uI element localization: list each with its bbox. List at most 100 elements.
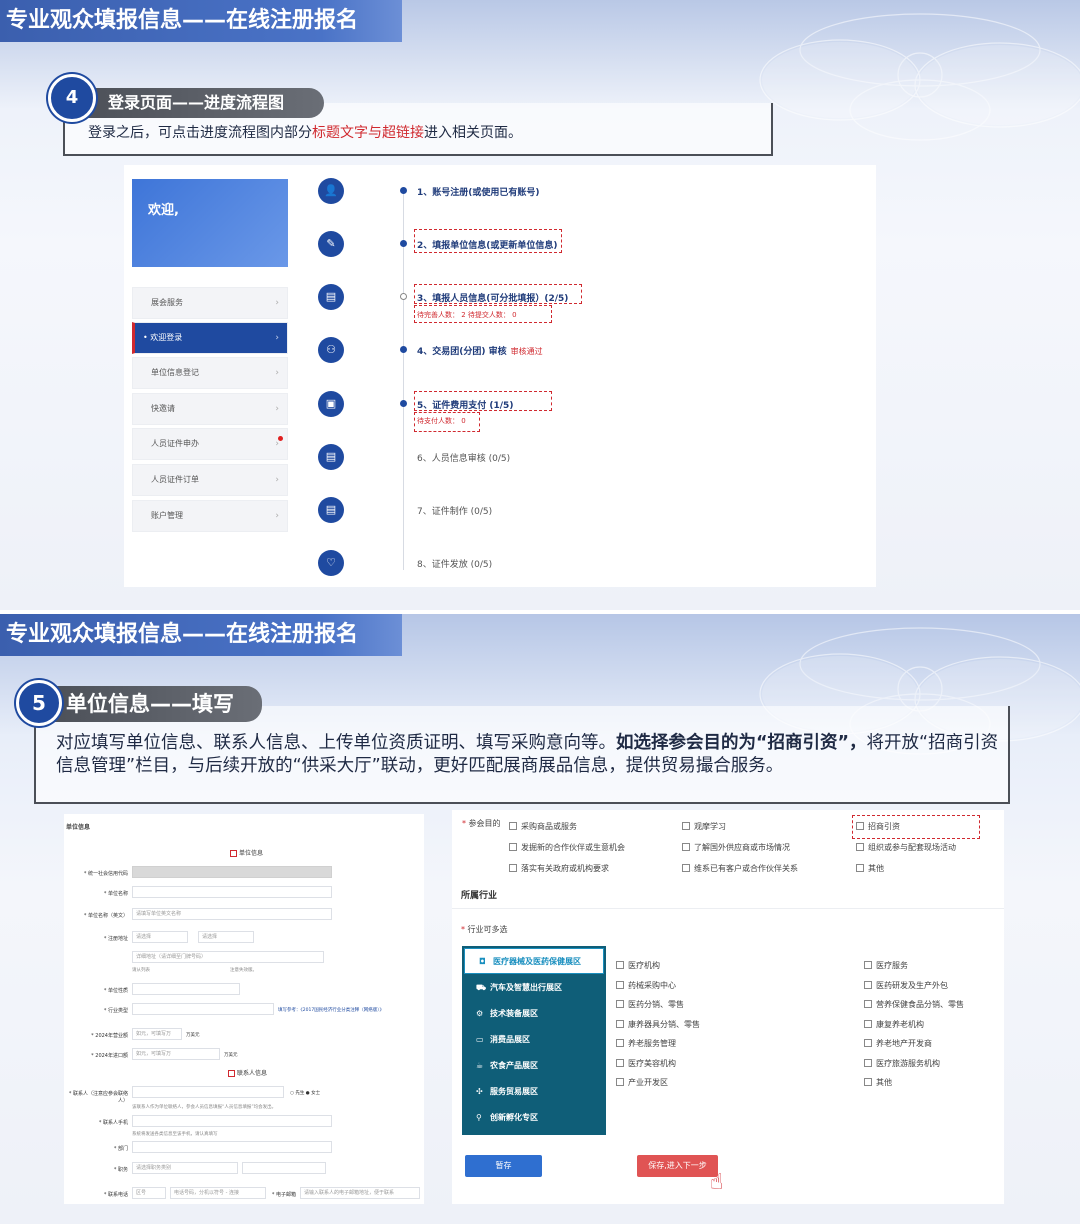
purpose-checkbox[interactable]: 其他 [856,863,884,874]
category-tab-medical[interactable]: ◘ 医疗器械及医药保健展区 [464,948,604,974]
industry-type-select[interactable] [132,1003,274,1015]
sidebar-item-unit-register[interactable]: 单位信息登记 › [132,357,288,389]
purpose-checkbox[interactable]: 观摩学习 [682,821,726,832]
purpose-checkbox-investment[interactable]: 招商引资 [856,821,900,832]
flow-step-1-link[interactable]: 1、账号注册(或使用已有账号) [417,185,540,198]
industry-option[interactable]: 产业开发区 [616,1077,668,1088]
industry-option[interactable]: 其他 [864,1077,892,1088]
flow-step-3-link[interactable]: 3、填报人员信息(可分批填报）(2/5) [417,291,568,304]
flow-step-5-link[interactable]: 5、证件费用支付 (1/5) [417,398,513,411]
desc-prefix: 登录之后，可点击进度流程图内部分 [88,125,312,141]
tel-label: * 联系电话 [103,1192,128,1198]
province-select[interactable]: 请选择 [132,931,188,943]
purpose-checkbox[interactable]: 采购商品或服务 [509,821,577,832]
dept-input[interactable] [132,1141,332,1153]
unit-type-select[interactable] [132,983,240,995]
sidebar-item-badge-orders[interactable]: 人员证件订单 › [132,464,288,496]
category-label: 医疗器械及医药保健展区 [493,957,581,966]
sidebar-item-quick-invite[interactable]: 快邀请 › [132,393,288,425]
industry-reference-link[interactable]: 填写参考：《2017国民经济行业分类注释（网络版）》 [278,1007,384,1013]
flow-dot [400,240,407,247]
sidebar-item-account[interactable]: 账户管理 › [132,500,288,532]
flow-step-8-label: 8、证件发放 (0/5) [417,560,493,570]
unit-name-label: * 单位名称 [103,891,128,897]
industry-option[interactable]: 医疗美容机构 [616,1058,676,1069]
email-label: * 电子邮箱 [271,1192,296,1198]
sidebar-item-welcome[interactable]: • 欢迎登录 › [132,322,288,354]
unit-name-input[interactable] [132,886,332,898]
purpose-checkbox[interactable]: 了解国外供应商或市场情况 [682,842,790,853]
tel-area-input[interactable]: 区号 [132,1187,166,1199]
flow-dot [400,400,407,407]
gender-radio-group[interactable]: ○ 先生 ● 女士 [290,1090,320,1096]
gender-female: 女士 [311,1091,321,1096]
position-label: * 职务 [113,1167,128,1173]
flow-step-4-link[interactable]: 4、交易团(分团) 审核 审核通过 [417,344,543,357]
category-tab-service[interactable]: ✣ 服务贸易展区 [462,1079,606,1105]
save-draft-button[interactable]: 暂存 [465,1155,542,1177]
purpose-checkbox[interactable]: 维系已有客户或合作伙伴关系 [682,863,798,874]
category-label: 技术装备展区 [490,1009,538,1018]
desc-highlight: 标题文字与超链接 [312,125,424,141]
category-label: 汽车及智慧出行展区 [490,983,562,992]
industry-option[interactable]: 医疗旅游服务机构 [864,1058,940,1069]
sidebar-item-badge-apply[interactable]: 人员证件申办 › [132,428,288,460]
industry-option[interactable]: 营养保健食品分销、零售 [864,999,964,1010]
category-tab-equipment[interactable]: ⚙ 技术装备展区 [462,1001,606,1027]
position-detail-select[interactable] [242,1162,326,1174]
unit-name-en-input[interactable]: 请填写单位英文名称 [132,908,332,920]
location-pin-icon: ⚲ [476,1113,482,1122]
category-label: 服务贸易展区 [490,1087,538,1096]
production-icon: ▤ [318,497,344,523]
heart-icon: ♡ [318,550,344,576]
industry-option[interactable]: 医疗服务 [864,960,908,971]
city-select[interactable]: 请选择 [198,931,254,943]
phone-input[interactable] [132,1115,332,1127]
sidebar-item-label: 人员证件订单 [151,475,199,484]
desc-bold: 如选择参会目的为“招商引资”， [616,733,867,753]
contact-name-input[interactable] [132,1086,284,1098]
industry-option[interactable]: 养老地产开发商 [864,1038,932,1049]
category-tab-food[interactable]: ☕ 农食产品展区 [462,1053,606,1079]
industry-option[interactable]: 药械采购中心 [616,980,676,991]
progress-screenshot: 欢迎, 展会服务 › • 欢迎登录 › 单位信息登记 › 快邀请 › 人员证件申办 › 人… [124,165,876,587]
industry-sub-label: * 行业可多选 [461,925,508,934]
purpose-checkbox[interactable]: 落实有关政府或机构要求 [509,863,609,874]
detail-addr-input[interactable]: 详细地址（请详细至门牌号码） [132,951,324,963]
industry-option[interactable]: 医疗机构 [616,960,660,971]
phone-label: * 联系人手机 [98,1120,128,1126]
purpose-checkbox[interactable]: 组织或参与配套现场活动 [856,842,956,853]
credit-code-input[interactable] [132,866,332,878]
sidebar-item-label: 账户管理 [151,511,183,520]
purpose-industry-form: * 参会目的 采购商品或服务 观摩学习 招商引资 发掘新的合作伙伴或生意机会 了… [452,810,1004,1204]
industry-sub-text: 行业可多选 [467,925,508,934]
email-input[interactable]: 请输入联系人的电子邮箱地址，便于联系 [300,1187,420,1199]
industry-option[interactable]: 养老服务管理 [616,1038,676,1049]
flow-step-6-label: 6、人员信息审核 (0/5) [417,454,511,464]
step-number-badge: 4 [48,74,96,122]
industry-option[interactable]: 康复养老机构 [864,1019,924,1030]
dept-label: * 部门 [113,1146,128,1152]
category-tab-innovation[interactable]: ⚲ 创新孵化专区 [462,1105,606,1131]
flow-dot [400,293,407,300]
industry-option[interactable]: 医药分销、零售 [616,999,684,1010]
save-next-button[interactable]: 保存,进入下一步 [637,1155,718,1177]
step-title: 单位信息——填写 [40,686,262,722]
industry-option[interactable]: 医药研发及生产外包 [864,980,948,991]
category-tab-auto[interactable]: ⛟ 汽车及智慧出行展区 [462,975,606,1001]
chevron-right-icon: › [275,298,279,308]
revenue-input[interactable]: 如元，可填写万 [132,1028,182,1040]
category-tab-consumer[interactable]: ▭ 消费品展区 [462,1027,606,1053]
import-input[interactable]: 如元，可填写万 [132,1048,220,1060]
sidebar-item-expo-service[interactable]: 展会服务 › [132,287,288,319]
network-icon: ✣ [476,1087,483,1096]
purpose-checkbox[interactable]: 发掘新的合作伙伴或生意机会 [509,842,625,853]
sidebar-item-label: 欢迎登录 [150,333,183,342]
import-label: * 2024年进口额 [91,1053,128,1059]
step-description: 登录之后，可点击进度流程图内部分标题文字与超链接进入相关页面。 [88,122,522,142]
chevron-right-icon: › [275,439,279,449]
slide-login-flow: 专业观众填报信息——在线注册报名 4 登录页面——进度流程图 登录之后，可点击进… [0,0,1080,610]
industry-option[interactable]: 康养器具分销、零售 [616,1019,700,1030]
flow-step-2-link[interactable]: 2、填报单位信息(或更新单位信息) [417,238,558,251]
position-select[interactable]: 请选择职务类别 [132,1162,238,1174]
